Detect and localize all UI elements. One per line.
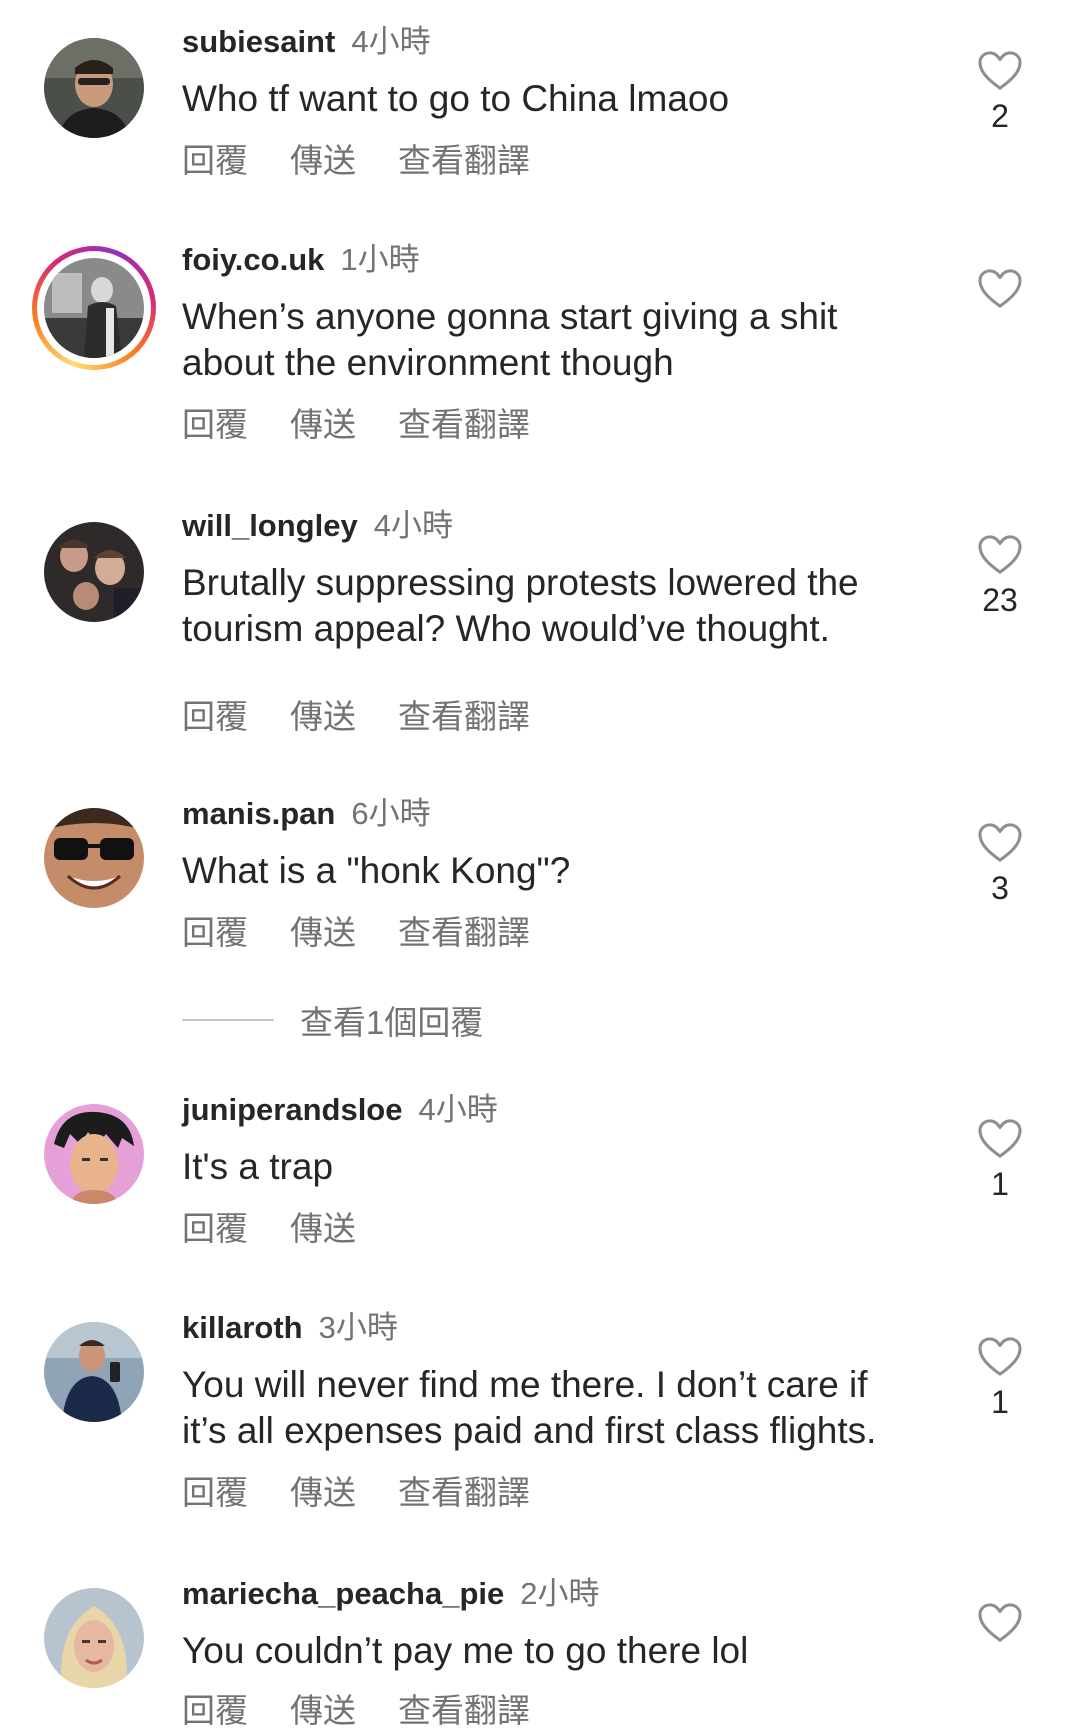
username[interactable]: mariecha_peacha_pie xyxy=(182,1576,504,1611)
like-count: 3 xyxy=(991,870,1009,906)
like-button[interactable] xyxy=(975,1602,1025,1650)
username[interactable]: will_longley xyxy=(182,508,358,543)
like-button[interactable]: 23 xyxy=(975,534,1025,619)
username[interactable]: killaroth xyxy=(182,1310,303,1345)
heart-outline-icon xyxy=(978,1337,1022,1376)
timestamp: 4小時 xyxy=(418,1092,498,1127)
avatar[interactable] xyxy=(44,1104,144,1204)
translate-button[interactable]: 查看翻譯 xyxy=(398,134,530,182)
comment-meta: juniperandsloe 4小時 xyxy=(182,1084,498,1129)
comment-actions: 回覆 傳送 xyxy=(182,1202,398,1250)
send-button[interactable]: 傳送 xyxy=(290,1684,356,1732)
comment-meta: subiesaint 4小時 xyxy=(182,16,431,61)
username[interactable]: juniperandsloe xyxy=(182,1092,402,1127)
send-button[interactable]: 傳送 xyxy=(290,398,356,446)
comment-text: What is a "honk Kong"? xyxy=(182,850,571,891)
comment-actions: 回覆 傳送 查看翻譯 xyxy=(182,398,572,446)
comment-actions: 回覆 傳送 查看翻譯 xyxy=(182,906,572,954)
comment-text: You couldn’t pay me to go there lol xyxy=(182,1630,749,1671)
translate-button[interactable]: 查看翻譯 xyxy=(398,906,530,954)
timestamp: 4小時 xyxy=(351,24,431,59)
story-ring[interactable] xyxy=(32,246,156,370)
avatar[interactable] xyxy=(44,808,144,908)
translate-button[interactable]: 查看翻譯 xyxy=(398,398,530,446)
like-button[interactable] xyxy=(975,268,1025,316)
heart-outline-icon xyxy=(978,1603,1022,1642)
avatar[interactable] xyxy=(44,258,144,358)
comment-text: When’s anyone gonna start giving a shit … xyxy=(182,296,838,383)
avatar[interactable] xyxy=(44,1322,144,1422)
translate-button[interactable]: 查看翻譯 xyxy=(398,1466,530,1514)
reply-button[interactable]: 回覆 xyxy=(182,134,248,182)
send-button[interactable]: 傳送 xyxy=(290,1202,356,1250)
timestamp: 2小時 xyxy=(520,1576,600,1611)
timestamp: 3小時 xyxy=(318,1310,398,1345)
avatar[interactable] xyxy=(44,38,144,138)
reply-button[interactable]: 回覆 xyxy=(182,906,248,954)
replies-divider xyxy=(182,1019,274,1021)
comment-meta: manis.pan 6小時 xyxy=(182,788,431,833)
timestamp: 4小時 xyxy=(373,508,453,543)
username[interactable]: subiesaint xyxy=(182,24,335,59)
reply-button[interactable]: 回覆 xyxy=(182,398,248,446)
comment-actions: 回覆 傳送 查看翻譯 xyxy=(182,690,572,738)
heart-outline-icon xyxy=(978,535,1022,574)
comment-actions: 回覆 傳送 查看翻譯 xyxy=(182,134,572,182)
heart-outline-icon xyxy=(978,823,1022,862)
send-button[interactable]: 傳送 xyxy=(290,690,356,738)
like-button[interactable]: 1 xyxy=(975,1118,1025,1203)
send-button[interactable]: 傳送 xyxy=(290,134,356,182)
like-count: 1 xyxy=(991,1166,1009,1202)
timestamp: 1小時 xyxy=(340,242,420,277)
comment-actions: 回覆 傳送 查看翻譯 xyxy=(182,1684,572,1732)
heart-outline-icon xyxy=(978,1119,1022,1158)
timestamp: 6小時 xyxy=(351,796,431,831)
heart-outline-icon xyxy=(978,51,1022,90)
like-button[interactable]: 1 xyxy=(975,1336,1025,1421)
reply-button[interactable]: 回覆 xyxy=(182,690,248,738)
like-count: 2 xyxy=(991,98,1009,134)
send-button[interactable]: 傳送 xyxy=(290,1466,356,1514)
comment-actions: 回覆 傳送 查看翻譯 xyxy=(182,1466,572,1514)
view-replies-button[interactable]: 查看1個回覆 xyxy=(182,996,483,1046)
view-replies-label: 查看1個回覆 xyxy=(300,1004,484,1041)
translate-button[interactable]: 查看翻譯 xyxy=(398,1684,530,1732)
like-button[interactable]: 3 xyxy=(975,822,1025,907)
send-button[interactable]: 傳送 xyxy=(290,906,356,954)
reply-button[interactable]: 回覆 xyxy=(182,1684,248,1732)
reply-button[interactable]: 回覆 xyxy=(182,1466,248,1514)
comment-meta: killaroth 3小時 xyxy=(182,1302,398,1347)
reply-button[interactable]: 回覆 xyxy=(182,1202,248,1250)
avatar[interactable] xyxy=(44,522,144,622)
comment-meta: foiy.co.uk 1小時 xyxy=(182,234,420,279)
heart-outline-icon xyxy=(978,269,1022,308)
comment-text: You will never find me there. I don’t ca… xyxy=(182,1364,877,1451)
username[interactable]: foiy.co.uk xyxy=(182,242,324,277)
like-count: 23 xyxy=(982,582,1018,618)
like-button[interactable]: 2 xyxy=(975,50,1025,135)
like-count: 1 xyxy=(991,1384,1009,1420)
comment-text: It's a trap xyxy=(182,1146,334,1187)
comment-meta: mariecha_peacha_pie 2小時 xyxy=(182,1568,600,1613)
comment-text: Brutally suppressing protests lowered th… xyxy=(182,562,859,649)
translate-button[interactable]: 查看翻譯 xyxy=(398,690,530,738)
comment-meta: will_longley 4小時 xyxy=(182,500,453,545)
comment-text: Who tf want to go to China lmaoo xyxy=(182,78,730,119)
username[interactable]: manis.pan xyxy=(182,796,335,831)
avatar[interactable] xyxy=(44,1588,144,1688)
